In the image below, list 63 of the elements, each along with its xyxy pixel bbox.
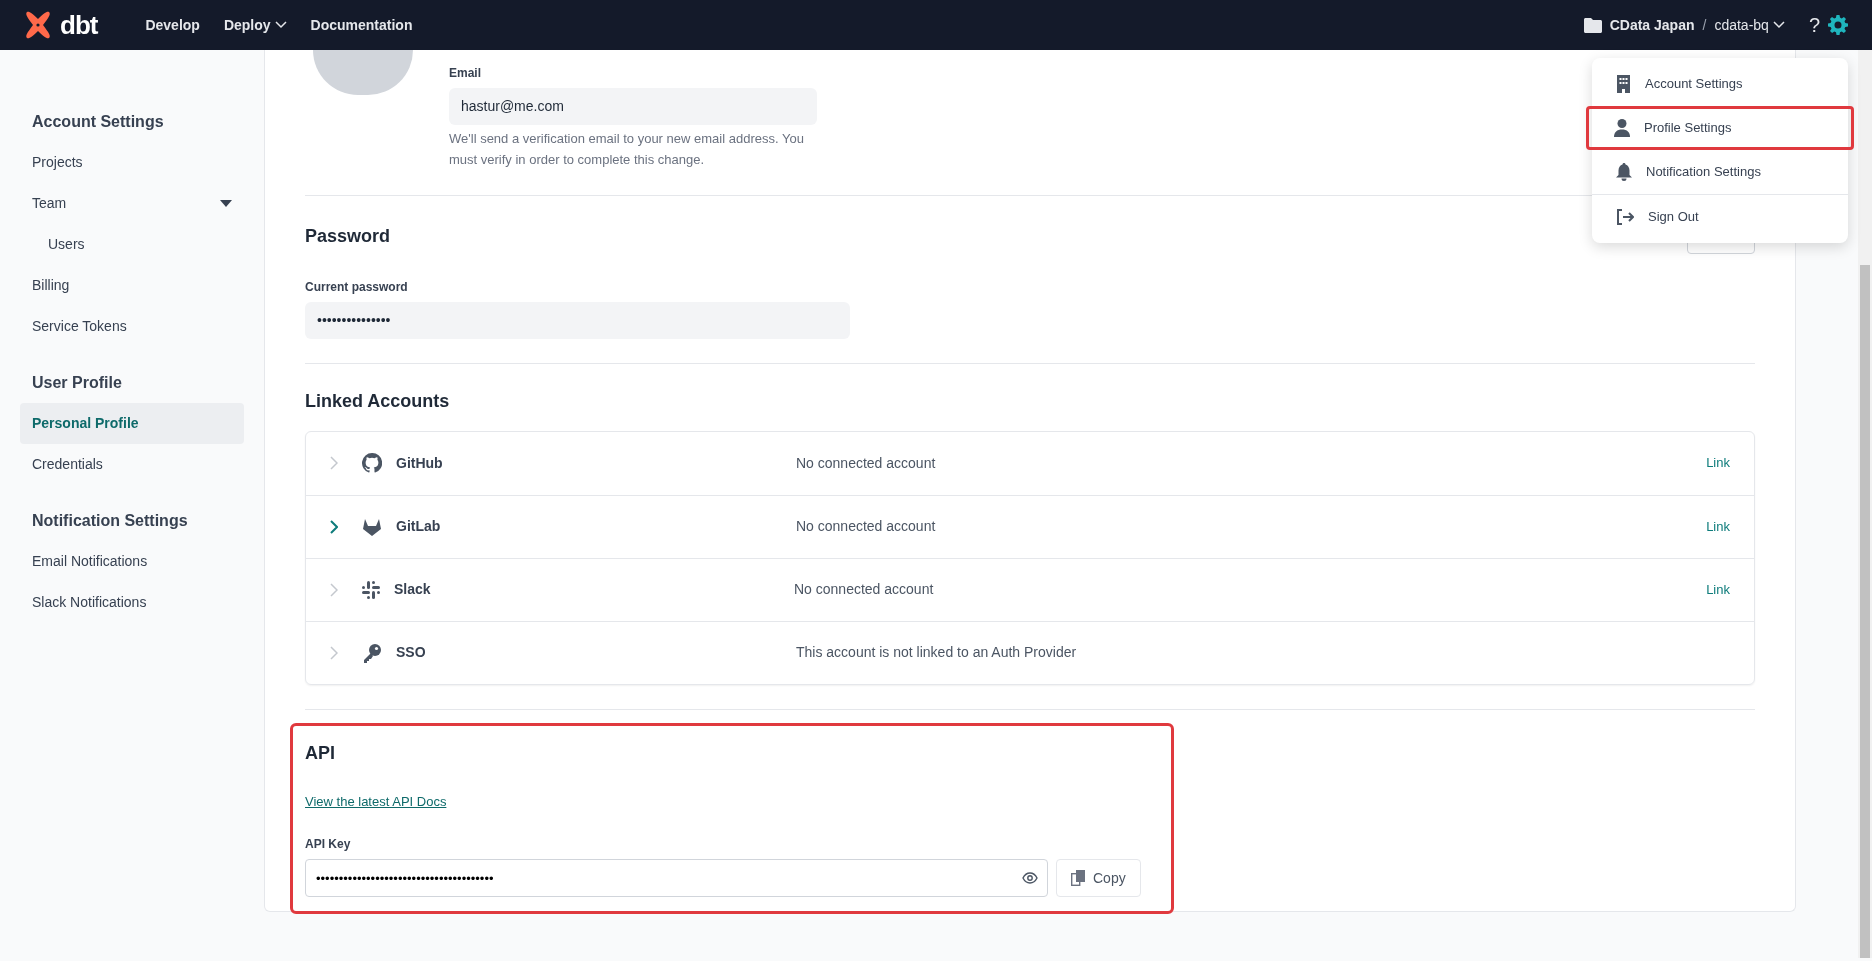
logo-text[interactable]: dbt	[60, 5, 98, 45]
account-name: Slack	[394, 580, 432, 600]
section-title: API	[305, 741, 336, 765]
link-button[interactable]: Link	[1706, 453, 1730, 473]
section-title: Linked Accounts	[305, 389, 451, 413]
password-field[interactable]: •••••••••••••••	[305, 301, 850, 339]
sidebar-item[interactable]: Billing	[20, 265, 244, 306]
octocat-icon	[362, 453, 382, 474]
sidebar-item[interactable]: Team	[20, 183, 244, 224]
account-name: SSO	[396, 643, 427, 663]
connection-status: No connected account	[796, 453, 937, 473]
key-icon	[362, 642, 382, 663]
connection-status: No connected account	[794, 580, 935, 600]
help-text: We'll send a verification email to your new email address. You must verify in order to complete this change.	[449, 130, 805, 169]
account-name: CData Japan	[1609, 15, 1695, 35]
sidebar-item[interactable]: Personal Profile	[20, 403, 244, 444]
caret-down-icon	[220, 199, 232, 208]
breadcrumb-separator: /	[1702, 15, 1707, 35]
connection-status: No connected account	[796, 517, 937, 537]
menu-item[interactable]: Notification Settings	[1592, 150, 1848, 194]
sidebar-item[interactable]: Credentials	[20, 444, 244, 485]
docs-link[interactable]: View the latest API Docs	[305, 791, 447, 812]
x-shape-icon	[24, 11, 52, 39]
person-icon	[1614, 119, 1630, 137]
link-button[interactable]: Link	[1706, 516, 1730, 537]
section-heading: Notification Settings	[32, 511, 189, 531]
sidebar-item[interactable]: Service Tokens	[20, 306, 244, 347]
chevron-down-icon	[1772, 21, 1785, 29]
nav-link[interactable]: Documentation	[310, 14, 413, 36]
account-name: GitHub	[396, 453, 444, 473]
connection-status: This account is not linked to an Auth Provider	[796, 643, 1078, 663]
field-label: Current password	[305, 278, 409, 296]
hash-grid-icon	[362, 580, 380, 599]
eye-icon[interactable]	[1022, 872, 1038, 885]
copy-icon	[1071, 870, 1085, 887]
account-name: GitLab	[396, 517, 442, 537]
section-title: Password	[305, 225, 391, 249]
settings-icon[interactable]	[1828, 15, 1848, 35]
building-icon	[1616, 75, 1631, 93]
scrollbar[interactable]	[1858, 50, 1872, 959]
sidebar-item[interactable]: Users	[20, 224, 244, 265]
email-field[interactable]: hastur@me.com	[449, 88, 817, 125]
field-label: API Key	[305, 836, 352, 854]
help-button[interactable]: ?	[1808, 10, 1820, 40]
section-heading: User Profile	[32, 373, 123, 393]
sign-out-icon	[1616, 209, 1634, 225]
sidebar-item[interactable]: Projects	[20, 142, 244, 183]
chevron-right-icon[interactable]	[330, 519, 338, 534]
nav-link[interactable]: Deploy	[223, 14, 287, 36]
folder-icon	[1583, 17, 1602, 33]
menu-item[interactable]: Sign Out	[1592, 195, 1848, 239]
bell-icon	[1616, 163, 1632, 181]
section-heading: Account Settings	[32, 112, 165, 132]
menu-item[interactable]: Account Settings	[1592, 62, 1848, 106]
nav-link[interactable]: Develop	[145, 14, 200, 36]
menu-item[interactable]: Profile Settings	[1586, 106, 1854, 150]
project-selector[interactable]: cdata-bq	[1714, 14, 1785, 36]
sidebar-item[interactable]: Slack Notifications	[20, 582, 244, 623]
sidebar-item[interactable]: Email Notifications	[20, 541, 244, 582]
field-label: Email	[449, 65, 482, 82]
api-key-field[interactable]: •••••••••••••••••••••••••••••••••••••••	[305, 859, 1048, 898]
link-button[interactable]: Link	[1706, 579, 1730, 600]
copy-button[interactable]: Copy	[1056, 859, 1141, 898]
